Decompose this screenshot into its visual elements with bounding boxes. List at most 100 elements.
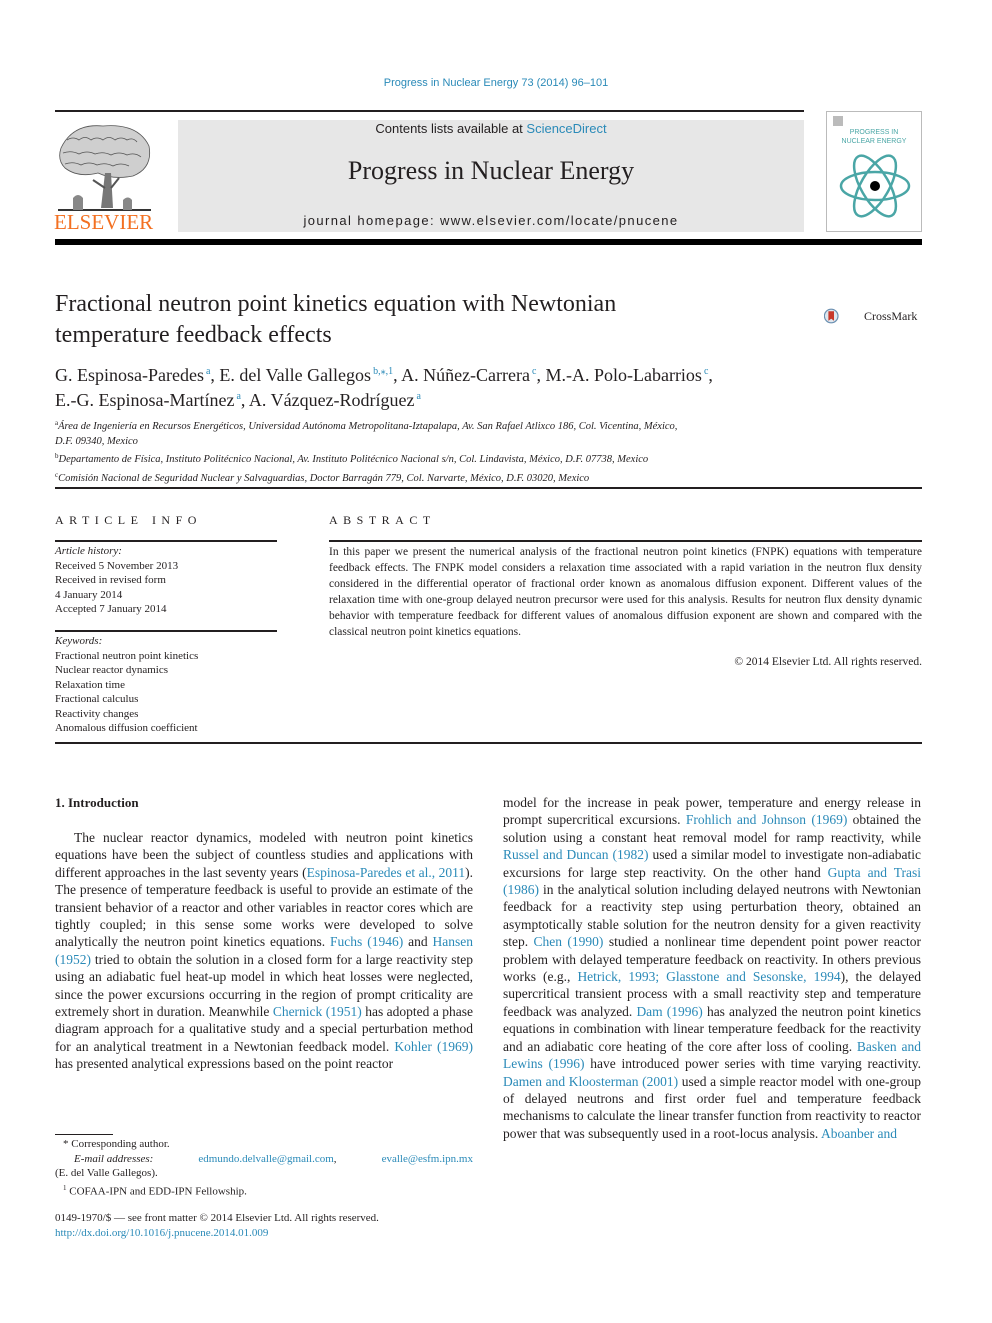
affiliations: aÁrea de Ingeniería en Recursos Energéti… [55,416,775,486]
body-text: has presented analytical expressions bas… [55,1056,394,1072]
cover-title-line1: PROGRESS IN [849,129,899,136]
keywords-label: Keywords: [55,635,103,647]
affiliation-text: Área de Ingeniería en Recursos Energétic… [58,421,678,432]
citation-text[interactable]: Progress in Nuclear Energy 73 (2014) 96–… [384,77,608,89]
journal-name: Progress in Nuclear Energy [347,156,635,185]
author-name[interactable]: A. Núñez-Carrera [401,365,530,385]
doi-link[interactable]: http://dx.doi.org/10.1016/j.pnucene.2014… [55,1226,379,1241]
journal-citation-link[interactable]: Progress in Nuclear Energy 73 (2014) 96–… [0,77,992,89]
author[interactable]: E. del Valle Gallegos b,⁎,1 [219,365,393,385]
email-line: E-mail addresses: edmundo.delvalle@gmail… [55,1152,473,1167]
author[interactable]: E.-G. Espinosa-Martínez a [55,390,241,410]
abstract-copyright: © 2014 Elsevier Ltd. All rights reserved… [734,656,922,668]
citation-link[interactable]: Espinosa-Paredes et al., 2011 [307,865,466,880]
affiliation: bDepartamento de Física, Instituto Polit… [55,449,775,468]
footnote-mark: 1 [63,1183,67,1192]
crossmark-icon[interactable] [824,296,864,336]
email-label: E-mail addresses: [74,1152,154,1165]
footnote-mark: * [63,1138,69,1150]
journal-cover-thumbnail[interactable]: PROGRESS IN NUCLEAR ENERGY [826,111,922,232]
keyword: Relaxation time [55,678,125,691]
email-owner: (E. del Valle Gallegos). [55,1167,158,1179]
author-affil-sup[interactable]: a [417,391,421,402]
author-affil-sup[interactable]: b,⁎,1 [373,366,393,377]
article-title: Fractional neutron point kinetics equati… [55,289,775,351]
footnotes: * Corresponding author. E-mail addresses… [55,1137,473,1199]
introduction-right-column: model for the increase in peak power, te… [503,794,921,1142]
author[interactable]: A. Vázquez-Rodríguez a [249,390,421,410]
section-rule [55,487,922,489]
history-item: Received in revised form [55,574,166,586]
abstract-text: In this paper we present the numerical a… [329,546,922,638]
sciencedirect-link[interactable]: ScienceDirect [526,121,606,136]
keyword: Anomalous diffusion coefficient [55,722,198,734]
citation-link[interactable]: Dam (1996) [636,1004,702,1019]
history-label: Article history: [55,545,122,557]
history-item: 4 January 2014 [55,588,123,601]
keyword: Fractional calculus [55,693,139,705]
keyword: Reactivity changes [55,707,139,720]
author-list: G. Espinosa-Paredes a, E. del Valle Galle… [55,361,855,411]
header-thick-rule [55,239,922,245]
affiliation-text: Departamento de Física, Instituto Polité… [58,454,649,465]
history-item: Accepted 7 January 2014 [55,603,167,615]
title-line1: Fractional neutron point kinetics equati… [55,291,617,317]
corresponding-text: Corresponding author. [71,1138,170,1150]
abstract-heading: ABSTRACT [329,513,436,527]
email-link[interactable]: evalle@esfm.ipn.mx [382,1152,473,1167]
abstract-rule [329,540,922,542]
author[interactable]: G. Espinosa-Paredes a [55,365,210,385]
elsevier-mini-logo-icon [833,116,843,126]
citation-link[interactable]: Aboanber and [821,1126,897,1141]
corresponding-footnote: * Corresponding author. [55,1137,473,1152]
author-name[interactable]: M.-A. Polo-Labarrios [545,365,701,385]
cover-title-line2: NUCLEAR ENERGY [841,138,907,145]
footnote-rule [55,1134,113,1135]
citation-link[interactable]: Chernick (1951) [273,1004,362,1019]
citation-link[interactable]: Frohlich and Johnson (1969) [686,812,848,827]
header-rule [55,110,804,112]
email-link[interactable]: edmundo.delvalle@gmail.com [198,1153,333,1165]
author-name[interactable]: E. del Valle Gallegos [219,365,371,385]
contents-line: Contents lists available at ScienceDirec… [178,121,804,136]
citation-link[interactable]: Kohler (1969) [394,1039,473,1054]
affiliation-text: Comisión Nacional de Seguridad Nuclear y… [58,472,590,484]
issn-block: 0149-1970/$ — see front matter © 2014 El… [55,1211,379,1240]
cover-title: PROGRESS IN NUCLEAR ENERGY [827,128,921,146]
title-line2: temperature feedback effects [55,322,332,348]
fellowship-footnote: 1 COFAA-IPN and EDD-IPN Fellowship. [55,1181,473,1199]
contents-prefix: Contents lists available at [375,121,527,136]
journal-homepage-link[interactable]: journal homepage: www.elsevier.com/locat… [178,213,804,228]
author-name[interactable]: E.-G. Espinosa-Martínez [55,390,234,410]
keyword: Nuclear reactor dynamics [55,664,168,676]
author-sep: , [708,365,713,385]
citation-link[interactable]: Fuchs (1946) [330,934,403,949]
author[interactable]: M.-A. Polo-Labarrios c [545,365,708,385]
article-info-heading: ARTICLE INFO [55,513,202,527]
author-name[interactable]: A. Vázquez-Rodríguez [249,390,415,410]
body-text: and [403,934,433,950]
affiliation-text-cont: D.F. 09340, Mexico [55,435,138,447]
author-name[interactable]: G. Espinosa-Paredes [55,365,204,385]
crossmark-label[interactable]: CrossMark [864,309,917,324]
article-history: Article history: Received 5 November 201… [55,544,277,617]
citation-link[interactable]: Hetrick, 1993; Glasstone and Sesonske, 1… [577,969,840,984]
author[interactable]: A. Núñez-Carrera c [401,365,536,385]
citation-link[interactable]: Russel and Duncan (1982) [503,847,649,862]
citation-link[interactable]: Chen (1990) [534,934,604,949]
affiliation: cComisión Nacional de Seguridad Nuclear … [55,468,775,487]
elsevier-wordmark[interactable]: ELSEVIER [54,210,153,235]
email-separator: , [333,1152,337,1165]
citation-link[interactable]: Damen and Kloosterman (2001) [503,1074,678,1089]
affiliation: aÁrea de Ingeniería en Recursos Energéti… [55,416,775,435]
body-text: have introduced power series with time v… [584,1056,921,1072]
introduction-left-column: The nuclear reactor dynamics, modeled wi… [55,829,473,1073]
fellowship-text: COFAA-IPN and EDD-IPN Fellowship. [69,1185,247,1198]
atom-icon [839,154,911,218]
keywords: Keywords: Fractional neutron point kinet… [55,634,277,736]
keyword: Fractional neutron point kinetics [55,649,199,662]
article-info-rule [55,540,277,542]
issn-text: 0149-1970/$ — see front matter © 2014 El… [55,1212,379,1224]
author-sep: , [240,390,249,410]
front-matter-rule [55,742,922,744]
